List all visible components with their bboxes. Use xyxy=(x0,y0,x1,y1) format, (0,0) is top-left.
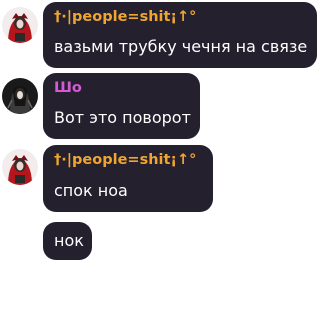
avatar[interactable] xyxy=(2,149,38,185)
message-text: нок xyxy=(54,231,84,250)
sender-name[interactable]: Шо xyxy=(54,79,82,97)
message-bubble[interactable]: †·|people=shit¡↑° вазьми трубку чечня на… xyxy=(43,2,317,68)
message-text: Вот это поворот xyxy=(54,108,191,127)
user-avatar-dark-figure-icon xyxy=(2,78,38,114)
avatar[interactable] xyxy=(2,78,38,114)
user-avatar-red-hooded-icon xyxy=(2,149,38,185)
message-bubble[interactable]: †·|people=shit¡↑° спок ноа xyxy=(43,145,213,212)
message-text: спок ноа xyxy=(54,181,128,200)
user-avatar-red-hooded-icon xyxy=(2,7,38,43)
message-bubble[interactable]: Шо Вот это поворот xyxy=(43,73,200,139)
message-text: вазьми трубку чечня на связе xyxy=(54,37,308,56)
avatar[interactable] xyxy=(2,7,38,43)
chat-messages-panel: †·|people=shit¡↑° вазьми трубку чечня на… xyxy=(0,0,320,314)
sender-name[interactable]: †·|people=shit¡↑° xyxy=(54,151,196,169)
message-bubble[interactable]: нок xyxy=(43,222,92,260)
sender-name[interactable]: †·|people=shit¡↑° xyxy=(54,8,196,26)
